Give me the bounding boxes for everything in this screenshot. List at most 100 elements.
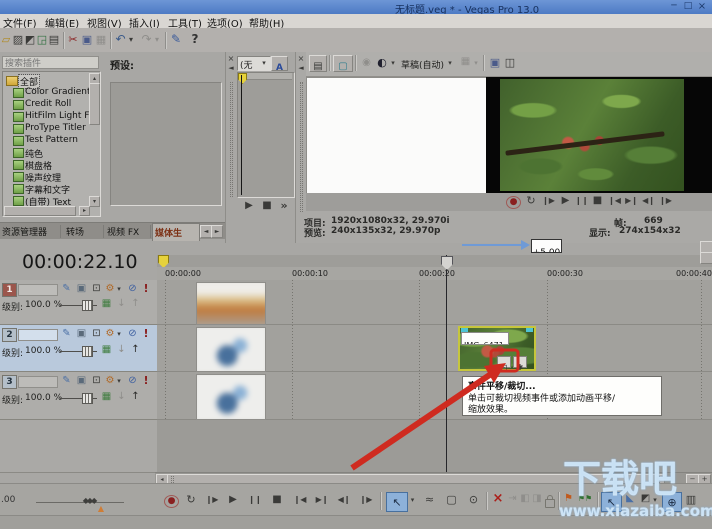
- project-video-properties-icon[interactable]: ▤: [309, 55, 327, 72]
- split-screen-view-icon[interactable]: ◐: [375, 57, 389, 68]
- envelope-edit-icon[interactable]: ◣: [623, 494, 637, 504]
- tree-item[interactable]: Test Pattern: [25, 135, 78, 145]
- stop-icon[interactable]: ■: [591, 196, 604, 206]
- compositing-mode-icon[interactable]: ▦: [100, 299, 113, 309]
- redo-dropdown-icon[interactable]: ▾: [153, 36, 161, 44]
- mute-track-icon[interactable]: ⊘: [126, 284, 139, 294]
- close-panel-icon[interactable]: ×: [297, 55, 305, 63]
- track-number[interactable]: 2: [2, 328, 17, 342]
- cursor-tool[interactable]: ↖: [601, 492, 622, 512]
- track-motion-icon[interactable]: ⊡: [90, 376, 103, 386]
- pause-icon[interactable]: ❙❙: [575, 197, 588, 205]
- chevron-down-icon[interactable]: ▾: [115, 378, 123, 385]
- event-corner-handle[interactable]: [526, 328, 533, 332]
- title-bar[interactable]: 无标题.veg * - Vegas Pro 13.0 ─ □ ×: [0, 0, 712, 14]
- copy-icon[interactable]: ▣: [80, 34, 94, 45]
- loop-playback-icon[interactable]: ↻: [524, 195, 538, 206]
- open-project-icon[interactable]: ▨: [12, 34, 24, 45]
- make-compositing-child-icon[interactable]: ↓: [116, 299, 127, 309]
- trim-event-icon[interactable]: ⇥: [506, 494, 519, 504]
- event-track1-blurred[interactable]: [196, 282, 266, 325]
- make-compositing-parent-icon[interactable]: ↑: [130, 299, 141, 309]
- panel-drag-handle[interactable]: [300, 82, 303, 212]
- play-from-start-icon[interactable]: ❙▶: [541, 197, 556, 205]
- compositing-mode-icon[interactable]: ▦: [100, 392, 113, 402]
- solo-track-icon[interactable]: !: [141, 375, 151, 386]
- tab-media-generators[interactable]: 媒体生: [152, 223, 200, 241]
- track-name-field[interactable]: [18, 284, 58, 296]
- track-motion-icon[interactable]: ⊡: [90, 284, 103, 294]
- go-to-start-icon[interactable]: ❙◀: [607, 197, 622, 205]
- undock-panel-icon[interactable]: ◄: [297, 65, 305, 72]
- stop-keyframe-icon[interactable]: ■: [260, 201, 274, 211]
- presets-box[interactable]: [110, 82, 222, 206]
- play-from-start-icon[interactable]: ❙▶: [204, 496, 220, 504]
- level-slider-handle[interactable]: [82, 300, 93, 311]
- make-compositing-child-icon[interactable]: ↓: [116, 345, 127, 355]
- previous-frame-icon[interactable]: ◀❙: [641, 197, 656, 205]
- keyframe-marker[interactable]: [238, 73, 247, 84]
- bypass-motion-blur-icon[interactable]: ✎: [60, 284, 73, 294]
- track-motion-icon[interactable]: ⊡: [90, 329, 103, 339]
- make-compositing-parent-icon[interactable]: ↑: [130, 392, 141, 402]
- timeline-empty-area[interactable]: [157, 420, 712, 472]
- scroll-down-button[interactable]: ▾: [89, 196, 100, 207]
- close-button[interactable]: ×: [696, 2, 708, 12]
- make-compositing-parent-icon[interactable]: ↑: [130, 345, 141, 355]
- chevron-down-icon[interactable]: ▾: [115, 286, 123, 293]
- track-composite-icon[interactable]: ▣: [75, 376, 88, 386]
- keyframe-filter-dropdown[interactable]: (无 ▾: [237, 56, 271, 71]
- go-to-end-icon[interactable]: ▶❙: [314, 496, 330, 504]
- event-track2-blurred[interactable]: [196, 327, 266, 372]
- track-number[interactable]: 3: [2, 375, 17, 389]
- undock-panel-icon[interactable]: ◄: [227, 65, 235, 72]
- paste-icon[interactable]: ▦: [94, 34, 108, 45]
- go-to-start-icon[interactable]: ❙◀: [292, 496, 308, 504]
- save-project-icon[interactable]: ◩: [24, 34, 36, 45]
- mute-track-icon[interactable]: ⊘: [126, 329, 139, 339]
- split-left-icon[interactable]: ◧: [519, 494, 531, 504]
- edit-tool-dropdown-icon[interactable]: ▾: [408, 497, 417, 504]
- play-icon[interactable]: ▶: [226, 495, 240, 505]
- track-composite-icon[interactable]: ▣: [75, 284, 88, 294]
- close-panel-icon[interactable]: ×: [227, 55, 235, 63]
- chevron-down-icon[interactable]: ▾: [472, 60, 480, 67]
- time-display[interactable]: 00:00:22.10: [0, 243, 157, 281]
- tab-video-fx[interactable]: 视频 FX: [107, 225, 151, 238]
- maximize-button[interactable]: □: [682, 2, 694, 11]
- text-animation-icon[interactable]: A: [271, 56, 288, 71]
- timeline-panel-button[interactable]: [700, 252, 712, 264]
- chevron-down-icon[interactable]: ▾: [446, 60, 454, 67]
- chevron-down-icon[interactable]: ▾: [389, 60, 397, 67]
- track-composite-icon[interactable]: ▣: [75, 329, 88, 339]
- tree-item[interactable]: ProType Titler: [25, 123, 86, 133]
- new-project-icon[interactable]: ▱: [0, 34, 12, 45]
- video-output-fx-icon[interactable]: ◉: [360, 58, 373, 68]
- chevron-down-icon[interactable]: ▾: [115, 331, 123, 338]
- time-ruler[interactable]: 00:00:00 00:00:10 00:00:20 00:00:30 00:0…: [157, 267, 712, 281]
- compositing-mode-icon[interactable]: ▦: [100, 345, 113, 355]
- record-icon[interactable]: ●: [506, 196, 521, 209]
- selected-video-event[interactable]: IMG_6471 ⊡ ✱: [458, 326, 536, 371]
- event-track3-blurred[interactable]: [196, 374, 266, 420]
- stop-icon[interactable]: ■: [270, 495, 284, 505]
- solo-track-icon[interactable]: !: [141, 283, 151, 294]
- tree-item[interactable]: HitFilm Light Fla: [25, 111, 90, 121]
- normal-edit-tool[interactable]: ↖: [386, 492, 408, 512]
- zoom-tool-icon[interactable]: ⊙: [466, 494, 481, 505]
- external-monitor-icon[interactable]: ▢: [333, 55, 353, 72]
- panel-drag-handle[interactable]: [230, 82, 233, 197]
- scrollbar-thumb[interactable]: [89, 83, 100, 125]
- delete-icon[interactable]: ×: [491, 492, 505, 505]
- scroll-right-button[interactable]: ▸: [79, 206, 90, 216]
- previous-frame-icon[interactable]: ◀❙: [336, 496, 352, 504]
- insert-marker-icon[interactable]: ⚑: [562, 494, 575, 504]
- tab-scroll-right-icon[interactable]: ►: [211, 225, 223, 238]
- record-icon[interactable]: ●: [164, 495, 179, 508]
- level-slider-handle[interactable]: [82, 346, 93, 357]
- tab-transitions[interactable]: 转场: [66, 225, 104, 238]
- level-slider-handle[interactable]: [82, 393, 93, 404]
- loop-playback-icon[interactable]: ↻: [184, 494, 198, 505]
- track-header-1[interactable]: 1 ✎ ▣ ⊡ ⚙ ▾ ⊘ ! 级别: 100.0 % ▦ ↓ ↑: [0, 280, 157, 325]
- auto-ripple-tool[interactable]: ⊕: [662, 492, 682, 512]
